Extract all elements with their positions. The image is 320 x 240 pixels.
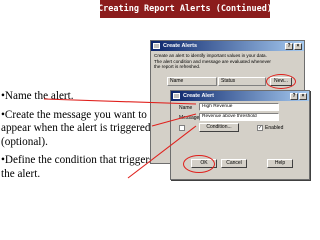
line-to-condition-button [127, 125, 197, 179]
line-to-name-field [43, 98, 197, 105]
callout-lines [43, 98, 197, 179]
line-to-message-field [151, 113, 197, 127]
